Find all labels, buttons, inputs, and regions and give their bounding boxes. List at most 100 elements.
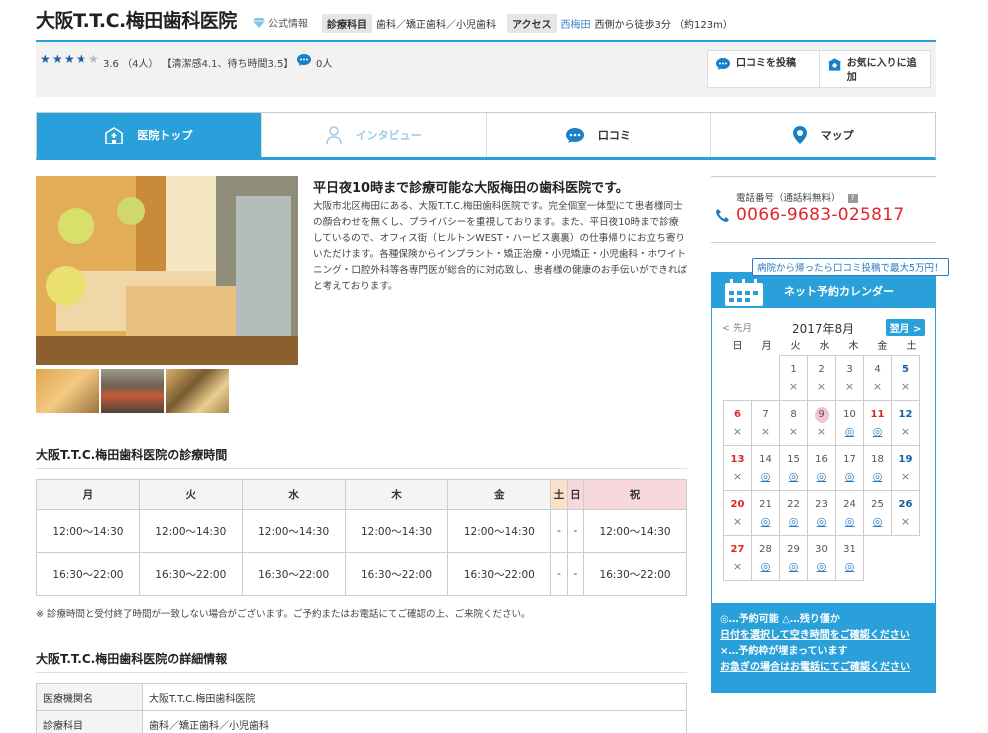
day-number: 20 (730, 499, 745, 510)
details-title: 大阪T.T.C.梅田歯科医院の詳細情報 (36, 652, 228, 666)
calendar-day-cell[interactable]: 28 ◎ (751, 535, 780, 581)
photo-thumbnail[interactable] (166, 369, 229, 413)
add-favorite-button[interactable]: お気に入りに追加 (818, 51, 931, 87)
hours-cell: 12:00～14:30 (138, 509, 243, 553)
intro-title: 平日夜10時まで診療可能な大阪梅田の歯科医院です。 (313, 181, 629, 196)
available-mark[interactable]: ◎ (845, 558, 855, 576)
hours-cell: 16:30～22:00 (138, 552, 243, 596)
tab-reviews[interactable]: 口コミ (485, 113, 711, 157)
phone-number[interactable]: 0066-9683-025817 (736, 205, 905, 225)
tab-bar: 医院トップ インタビュー 口コミ マップ (36, 112, 936, 160)
specialty-tag: 診療科目 (322, 14, 372, 33)
available-mark[interactable]: ◎ (761, 468, 771, 486)
calendar-day-cell: 9 × (807, 400, 836, 446)
phone-icon (716, 209, 729, 222)
calendar-day-cell[interactable]: 24 ◎ (835, 490, 864, 536)
day-header: 祝 (583, 479, 687, 510)
calendar-day-cell: 8 × (779, 400, 808, 446)
calendar-empty-cell (863, 535, 892, 581)
calendar-day-cell[interactable]: 11 ◎ (863, 400, 892, 446)
available-mark[interactable]: ◎ (761, 558, 771, 576)
calendar-day-cell[interactable]: 15 ◎ (779, 445, 808, 491)
calendar-day-cell[interactable]: 25 ◎ (863, 490, 892, 536)
tab-clinic-top[interactable]: 医院トップ (37, 113, 261, 157)
detail-key: 診療科目 (36, 710, 143, 733)
help-icon[interactable]: ? (847, 194, 858, 203)
access-station-link[interactable]: 西梅田 (561, 16, 591, 31)
day-number: 29 (787, 544, 800, 555)
available-mark[interactable]: ◎ (873, 423, 883, 441)
detail-value: 大阪T.T.C.梅田歯科医院 (142, 683, 687, 711)
legend-line: ◎…予約可能 △…残り僅か (720, 614, 840, 625)
calendar-day-cell[interactable]: 30 ◎ (807, 535, 836, 581)
available-mark[interactable]: ◎ (789, 468, 799, 486)
hours-cell: 12:00～14:30 (583, 509, 687, 553)
available-mark[interactable]: ◎ (817, 558, 827, 576)
review-promo-link[interactable]: 病院から帰ったら口コミ投稿で最大5万円！ (752, 258, 949, 276)
day-number: 16 (815, 454, 828, 465)
day-number: 27 (730, 544, 745, 555)
available-mark[interactable]: ◎ (789, 513, 799, 531)
diamond-icon (253, 17, 265, 28)
available-mark[interactable]: ◎ (845, 513, 855, 531)
available-mark[interactable]: ◎ (873, 513, 883, 531)
specialty-info: 診療科目 歯科／矯正歯科／小児歯科 (322, 14, 496, 33)
calendar-day-cell: 27 × (723, 535, 752, 581)
legend-line: 日付を選択して空き時間をご確認ください (720, 630, 910, 641)
available-mark[interactable]: ◎ (817, 513, 827, 531)
day-number: 5 (902, 364, 909, 375)
day-number: 9 (814, 407, 829, 423)
clinic-photo[interactable] (36, 176, 298, 365)
official-info: 公式情報 (253, 15, 308, 30)
rating-text: 3.6 （4人） 【清潔感4.1、待ち時間3.5】 (103, 59, 294, 70)
photo-thumbnail[interactable] (36, 369, 99, 413)
available-mark[interactable]: ◎ (845, 468, 855, 486)
prev-month-link[interactable]: < 先月 (722, 320, 752, 334)
calendar-day-cell[interactable]: 21 ◎ (751, 490, 780, 536)
calendar-day-cell: 4 × (863, 355, 892, 401)
calendar-month: 2017年8月 (792, 322, 855, 336)
day-number: 4 (874, 364, 881, 375)
action-buttons: 口コミを投稿 お気に入りに追加 (707, 50, 931, 88)
calendar-day-cell: 12 × (891, 400, 920, 446)
calendar-day-cell: 3 × (835, 355, 864, 401)
intro-body: 大阪市北区梅田にある、大阪T.T.C.梅田歯科医院です。完全個室一体型にて患者様… (313, 201, 688, 292)
calendar-day-cell[interactable]: 17 ◎ (835, 445, 864, 491)
table-row: 12:00～14:30 12:00～14:30 12:00～14:30 12:0… (36, 509, 687, 553)
day-header: 日 (566, 479, 585, 510)
calendar-day-cell[interactable]: 29 ◎ (779, 535, 808, 581)
star-icon: ★ (88, 52, 99, 66)
available-mark[interactable]: ◎ (817, 468, 827, 486)
weekday-label: 水 (819, 341, 830, 352)
calendar-day-cell[interactable]: 16 ◎ (807, 445, 836, 491)
unavailable-mark: × (816, 425, 827, 438)
calendar-day-cell[interactable]: 23 ◎ (807, 490, 836, 536)
day-number: 18 (871, 454, 884, 465)
calendar-day-cell[interactable]: 10 ◎ (835, 400, 864, 446)
post-review-button[interactable]: 口コミを投稿 (708, 51, 819, 87)
photo-thumbnail[interactable] (101, 369, 164, 413)
official-label: 公式情報 (268, 19, 308, 30)
weekday-label: 土 (906, 341, 917, 352)
tab-map[interactable]: マップ (710, 113, 935, 157)
calendar-day-cell[interactable]: 31 ◎ (835, 535, 864, 581)
table-row: 診療科目 歯科／矯正歯科／小児歯科 (36, 710, 687, 733)
calendar-day-cell[interactable]: 22 ◎ (779, 490, 808, 536)
day-number: 8 (790, 409, 797, 420)
available-mark[interactable]: ◎ (761, 513, 771, 531)
available-mark[interactable]: ◎ (873, 468, 883, 486)
calendar-day-cell: 19 × (891, 445, 920, 491)
next-month-button[interactable]: 翌月 > (886, 319, 925, 336)
available-mark[interactable]: ◎ (789, 558, 799, 576)
calendar-day-cell: 20 × (723, 490, 752, 536)
unavailable-mark: × (844, 380, 855, 393)
calendar-day-cell[interactable]: 18 ◎ (863, 445, 892, 491)
day-number: 7 (762, 409, 769, 420)
available-mark[interactable]: ◎ (845, 423, 855, 441)
calendar-title: ネット予約カレンダー (784, 285, 894, 298)
day-number: 25 (871, 499, 884, 510)
tab-interview[interactable]: インタビュー (260, 113, 486, 157)
calendar-day-cell[interactable]: 14 ◎ (751, 445, 780, 491)
unavailable-mark: × (732, 515, 743, 528)
post-review-label: 口コミを投稿 (736, 58, 796, 69)
